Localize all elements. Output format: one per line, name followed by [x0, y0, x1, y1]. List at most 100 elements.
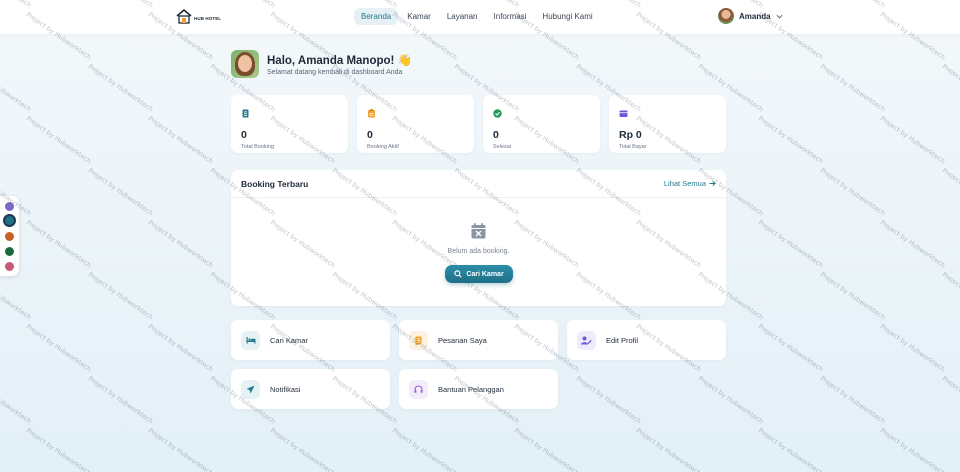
stat-value: 0 — [367, 129, 373, 141]
stat-value: Rp 0 — [619, 129, 642, 141]
watermark-text: Project by Hubworktech — [940, 270, 960, 322]
theme-swatch[interactable] — [5, 247, 14, 256]
action-icon-wrap — [241, 330, 260, 350]
theme-swatch[interactable] — [3, 214, 16, 227]
watermark-text: Project by Hubworktech — [0, 375, 33, 426]
greeting-subtitle: Selamat datang kembali di dashboard Anda — [267, 68, 403, 76]
stat-value: 0 — [241, 129, 247, 141]
stat-label: Selesai — [493, 144, 512, 150]
check-circle-icon — [493, 109, 502, 118]
watermark-text: Project by Hubworktech — [86, 166, 155, 218]
nav-kamar[interactable]: Kamar — [400, 8, 438, 25]
hotel-logo-icon — [176, 9, 192, 24]
watermark-text: Project by Hubworktech — [24, 322, 93, 374]
main-nav: Beranda Kamar Layanan Informasi Hubungi … — [354, 8, 600, 25]
document-icon — [242, 109, 249, 118]
watermark-text: Project by Hubworktech — [24, 426, 93, 472]
recent-booking-panel: Booking Terbaru Lihat Semua Belum ada bo… — [231, 170, 726, 306]
action-icon-wrap — [409, 330, 428, 350]
watermark-text: Project by Hubworktech — [146, 322, 215, 374]
receipt-icon — [415, 336, 422, 344]
watermark-text: Project by Hubworktech — [86, 62, 155, 114]
top-navbar: HUB HOTEL Beranda Kamar Layanan Informas… — [0, 0, 960, 34]
user-edit-icon — [581, 336, 592, 344]
watermark-text: Project by Hubworktech — [756, 114, 825, 166]
search-icon — [454, 270, 463, 278]
stat-label: Booking Aktif — [367, 144, 399, 150]
greeting-title: Halo, Amanda Manopo! 👋 — [267, 54, 412, 67]
stat-card-total-bayar: Rp 0 Total Bayar — [609, 95, 726, 153]
watermark-text: Project by Hubworktech — [818, 166, 887, 218]
nav-hubungi-kami[interactable]: Hubungi Kami — [535, 8, 599, 25]
panel-header: Booking Terbaru Lihat Semua — [231, 170, 726, 198]
greeting-section: Halo, Amanda Manopo! 👋 Selamat datang ke… — [231, 50, 412, 78]
stat-label: Total Booking — [241, 144, 275, 150]
watermark-text: Project by Hubworktech — [24, 218, 93, 270]
watermark-text: Project by Hubworktech — [86, 374, 155, 426]
watermark-text: Project by Hubworktech — [390, 426, 459, 472]
action-icon-wrap — [577, 330, 596, 350]
calendar-x-icon — [471, 223, 486, 239]
view-all-link[interactable]: Lihat Semua — [664, 179, 716, 188]
watermark-text: Project by Hubworktech — [268, 426, 337, 472]
wallet-icon — [619, 110, 628, 117]
search-room-label: Cari Kamar — [466, 270, 504, 278]
theme-color-picker — [0, 196, 19, 276]
watermark-text: Project by Hubworktech — [940, 62, 960, 114]
action-icon-wrap — [409, 379, 428, 399]
watermark-text: Project by Hubworktech — [756, 218, 825, 270]
stat-value: 0 — [493, 129, 499, 141]
watermark-text: Project by Hubworktech — [634, 426, 703, 472]
nav-informasi[interactable]: Informasi — [487, 8, 534, 25]
action-icon-wrap — [241, 379, 260, 399]
theme-swatch[interactable] — [5, 202, 14, 211]
watermark-text: Project by Hubworktech — [0, 271, 33, 322]
panel-title: Booking Terbaru — [241, 178, 309, 189]
user-name: Amanda — [739, 11, 771, 21]
watermark-text: Project by Hubworktech — [512, 426, 581, 472]
watermark-text: Project by Hubworktech — [146, 114, 215, 166]
action-bantuan-pelanggan[interactable]: Bantuan Pelanggan — [399, 369, 558, 409]
watermark-text: Project by Hubworktech — [756, 322, 825, 374]
theme-swatch[interactable] — [5, 262, 14, 271]
action-pesanan-saya[interactable]: Pesanan Saya — [399, 320, 558, 360]
watermark-text: Project by Hubworktech — [878, 218, 947, 270]
stat-card-selesai: 0 Selesai — [483, 95, 600, 153]
watermark-text: Project by Hubworktech — [818, 374, 887, 426]
watermark-text: Project by Hubworktech — [878, 426, 947, 472]
view-all-label: Lihat Semua — [663, 179, 706, 188]
action-cari-kamar[interactable]: Cari Kamar — [231, 320, 390, 360]
action-label: Bantuan Pelanggan — [438, 384, 504, 394]
watermark-text: Project by Hubworktech — [878, 322, 947, 374]
watermark-text: Project by Hubworktech — [940, 374, 960, 426]
send-icon — [246, 385, 255, 393]
action-notifikasi[interactable]: Notifikasi — [231, 369, 390, 409]
watermark-text: Project by Hubworktech — [146, 218, 215, 270]
search-room-button[interactable]: Cari Kamar — [445, 265, 513, 283]
watermark-text: Project by Hubworktech — [24, 114, 93, 166]
watermark-text: Project by Hubworktech — [574, 374, 643, 426]
headset-icon — [414, 384, 423, 393]
action-label: Pesanan Saya — [438, 335, 487, 345]
bed-icon — [246, 337, 255, 344]
stat-label: Total Bayar — [619, 144, 647, 150]
brand-logo-link[interactable]: HUB HOTEL — [176, 9, 221, 24]
watermark-text: Project by Hubworktech — [696, 374, 765, 426]
arrow-right-icon — [709, 180, 716, 187]
action-edit-profil[interactable]: Edit Profil — [567, 320, 726, 360]
stat-card-total-booking: 0 Total Booking — [231, 95, 348, 153]
action-label: Edit Profil — [606, 335, 639, 345]
nav-layanan[interactable]: Layanan — [440, 8, 485, 25]
user-menu-dropdown[interactable]: Amanda — [718, 8, 783, 24]
action-label: Cari Kamar — [270, 335, 308, 345]
watermark-text: Project by Hubworktech — [146, 426, 215, 472]
nav-beranda[interactable]: Beranda — [354, 8, 399, 25]
profile-photo — [231, 50, 259, 78]
watermark-text: Project by Hubworktech — [0, 63, 33, 114]
watermark-text: Project by Hubworktech — [86, 270, 155, 322]
watermark-text: Project by Hubworktech — [940, 166, 960, 218]
stat-card-booking-aktif: 0 Booking Aktif — [357, 95, 474, 153]
clipboard-icon — [368, 109, 375, 118]
theme-swatch[interactable] — [5, 232, 14, 241]
watermark-text: Project by Hubworktech — [756, 426, 825, 472]
